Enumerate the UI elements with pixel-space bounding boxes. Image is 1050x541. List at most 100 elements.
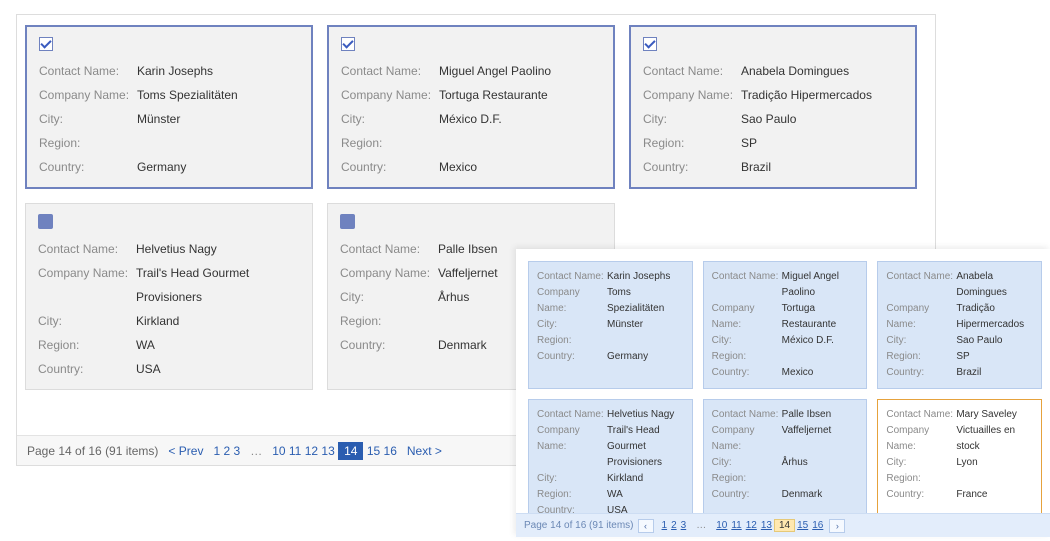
- contact-card[interactable]: Contact Name:Miguel Angel PaolinoCompany…: [327, 25, 615, 189]
- pager-page-2[interactable]: 2: [223, 444, 230, 458]
- pager-page-13[interactable]: 13: [759, 520, 774, 531]
- field-value: Münster: [607, 317, 684, 333]
- field-value: Anabela Domingues: [956, 269, 1033, 301]
- field-row-country: Country:Brazil: [886, 365, 1033, 381]
- field-value: Helvetius Nagy: [607, 407, 684, 423]
- contact-card[interactable]: Contact Name:Palle IbsenCompany Name:Vaf…: [703, 399, 868, 527]
- card-checkbox[interactable]: [340, 214, 355, 229]
- pager-next[interactable]: Next >: [407, 444, 442, 458]
- pager-page-10[interactable]: 10: [272, 444, 285, 458]
- field-value: SP: [956, 349, 1033, 365]
- field-label: City:: [38, 309, 136, 333]
- field-label: Country:: [712, 365, 782, 381]
- field-row-city: City:Sao Paulo: [643, 107, 903, 131]
- field-label: Company Name:: [38, 261, 136, 285]
- field-value: Toms Spezialitäten: [607, 285, 684, 317]
- field-row-contact: Contact Name:Miguel Angel Paolino: [712, 269, 859, 301]
- field-row-region: Region:WA: [38, 333, 300, 357]
- card-checkbox[interactable]: [643, 37, 657, 51]
- field-label: City:: [643, 107, 741, 131]
- pager-page-15[interactable]: 15: [795, 520, 810, 531]
- pager-page-11[interactable]: 11: [289, 444, 301, 458]
- field-row-contact: Contact Name:Karin Josephs: [39, 59, 299, 83]
- pager-page-12[interactable]: 12: [305, 444, 318, 458]
- field-label: Contact Name:: [537, 269, 607, 285]
- pager-page-1[interactable]: 1: [660, 520, 670, 531]
- field-value: Anabela Domingues: [741, 59, 903, 83]
- pager-page-14[interactable]: 14: [774, 519, 795, 532]
- contact-card[interactable]: Contact Name:Mary SaveleyCompany Name:Vi…: [877, 399, 1042, 527]
- field-label: City:: [886, 455, 956, 471]
- contact-card[interactable]: Contact Name:Karin JosephsCompany Name:T…: [528, 261, 693, 389]
- field-value: France: [956, 487, 1033, 503]
- pager-pages: < Prev 1 2 3 … 10 11 12 13 14 15 16 Next…: [168, 444, 441, 458]
- field-row-company: Company Name:Tortuga Restaurante: [341, 83, 601, 107]
- pager-page-10[interactable]: 10: [714, 520, 729, 531]
- field-row-region: Region:SP: [886, 349, 1033, 365]
- card-checkbox[interactable]: [341, 37, 355, 51]
- field-value: Brazil: [741, 155, 903, 179]
- field-row-city: City:Sao Paulo: [886, 333, 1033, 349]
- pager-page-15[interactable]: 15: [367, 444, 380, 458]
- field-label: Contact Name:: [537, 407, 607, 423]
- field-value: Tradição Hipermercados: [956, 301, 1033, 333]
- field-row-region: Region:: [341, 131, 601, 155]
- field-row-contact: Contact Name:Helvetius Nagy: [38, 237, 300, 261]
- field-value: Miguel Angel Paolino: [782, 269, 859, 301]
- field-value: México D.F.: [439, 107, 601, 131]
- contact-card[interactable]: Contact Name:Anabela DominguesCompany Na…: [629, 25, 917, 189]
- pager-page-3[interactable]: 3: [234, 444, 241, 458]
- field-row-city: City:Århus: [712, 455, 859, 471]
- field-row-country: Country:Mexico: [341, 155, 601, 179]
- pager-ellipsis: …: [694, 520, 708, 531]
- field-label: City:: [537, 471, 607, 487]
- field-label: Region:: [712, 349, 782, 365]
- card-checkbox[interactable]: [39, 37, 53, 51]
- field-value: Mexico: [439, 155, 601, 179]
- contact-card[interactable]: Contact Name:Helvetius NagyCompany Name:…: [528, 399, 693, 527]
- contact-card[interactable]: Contact Name:Miguel Angel PaolinoCompany…: [703, 261, 868, 389]
- field-label: City:: [537, 317, 607, 333]
- field-row-city: City:México D.F.: [341, 107, 601, 131]
- field-label: City:: [712, 333, 782, 349]
- field-row-contact: Contact Name:Palle Ibsen: [712, 407, 859, 423]
- pager-bar: Page 14 of 16 (91 items) ‹ 123 … 1011121…: [516, 513, 1050, 537]
- pager-page-14[interactable]: 14: [338, 442, 363, 460]
- field-label: Region:: [712, 471, 782, 487]
- field-row-region: Region:WA: [537, 487, 684, 503]
- field-row-country: Country:USA: [38, 357, 300, 381]
- field-label: Region:: [341, 131, 439, 155]
- field-value: Vaffeljernet: [782, 423, 859, 439]
- field-label: Contact Name:: [886, 269, 956, 285]
- pager-prev[interactable]: < Prev: [168, 444, 203, 458]
- pager-page-13[interactable]: 13: [321, 444, 334, 458]
- pager-next-icon[interactable]: ›: [829, 519, 845, 533]
- pager-page-12[interactable]: 12: [744, 520, 759, 531]
- field-row-region: Region:: [537, 333, 684, 349]
- field-value: Århus: [782, 455, 859, 471]
- field-label: Contact Name:: [341, 59, 439, 83]
- pager-page-1[interactable]: 1: [213, 444, 220, 458]
- contact-card[interactable]: Contact Name:Anabela DominguesCompany Na…: [877, 261, 1042, 389]
- field-label: Country:: [886, 487, 956, 503]
- pager-page-3[interactable]: 3: [679, 520, 689, 531]
- pager-prev-icon[interactable]: ‹: [638, 519, 654, 533]
- field-value: Kirkland: [607, 471, 684, 487]
- field-value: Karin Josephs: [137, 59, 299, 83]
- field-row-contact: Contact Name:Karin Josephs: [537, 269, 684, 285]
- card-checkbox[interactable]: [38, 214, 53, 229]
- pager-page-11[interactable]: 11: [729, 520, 743, 531]
- pager-page-16[interactable]: 16: [384, 444, 397, 458]
- contact-card[interactable]: Contact Name:Helvetius NagyCompany Name:…: [25, 203, 313, 390]
- field-label: Country:: [38, 357, 136, 381]
- contact-card[interactable]: Contact Name:Karin JosephsCompany Name:T…: [25, 25, 313, 189]
- field-value: Germany: [607, 349, 684, 365]
- pager-page-2[interactable]: 2: [669, 520, 679, 531]
- field-row-company: Company Name:Toms Spezialitäten: [39, 83, 299, 107]
- field-row-city: City:Münster: [39, 107, 299, 131]
- field-value: Tortuga Restaurante: [439, 83, 601, 107]
- field-row-country: Country:Germany: [39, 155, 299, 179]
- field-row-country: Country:Brazil: [643, 155, 903, 179]
- field-value: Mary Saveley: [956, 407, 1033, 423]
- pager-page-16[interactable]: 16: [810, 520, 825, 531]
